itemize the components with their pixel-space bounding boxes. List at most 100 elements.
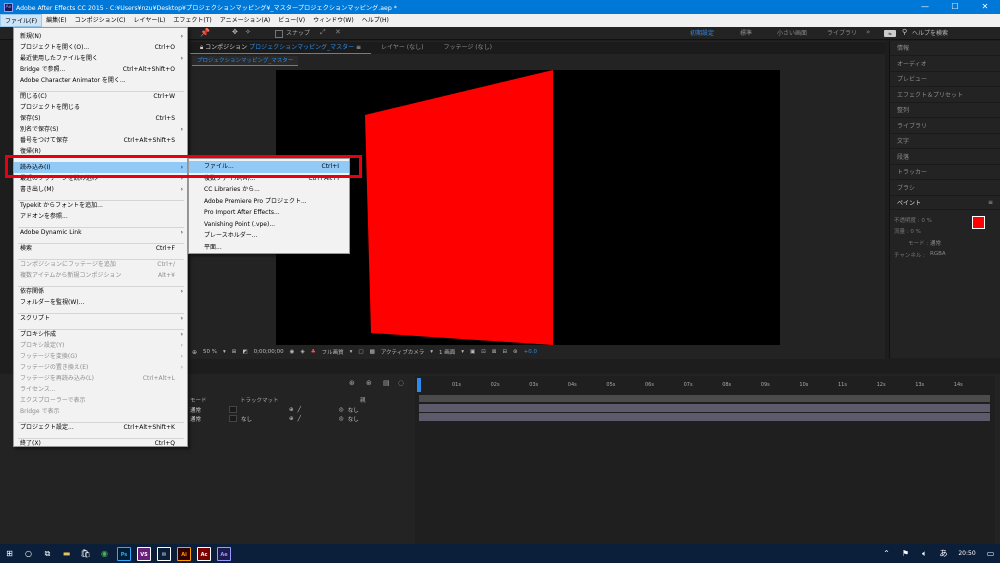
current-time-indicator[interactable] (417, 378, 421, 392)
file-menu-item[interactable]: 最近使用したファイルを開く › (14, 53, 187, 64)
layer-parent-dropdown[interactable]: なし (348, 415, 359, 423)
flowchart-icon[interactable]: ⊟ (502, 349, 507, 355)
zoom-dropdown-arrow-icon[interactable]: ▾ (223, 349, 226, 355)
resolution-dropdown[interactable]: フル画質 (322, 348, 344, 356)
shy-layers-icon[interactable]: ⊛ (366, 379, 372, 387)
menu-0[interactable]: ファイル(F) (0, 14, 43, 27)
file-menu-item[interactable]: 依存関係 › (14, 286, 187, 297)
chrome-icon[interactable]: ◉ (95, 544, 114, 563)
layer-mode-dropdown[interactable]: 通常 (190, 406, 225, 414)
magnify-icon[interactable]: ⊕ (192, 349, 197, 356)
preserve-transparency-checkbox[interactable] (229, 406, 237, 413)
work-area-bar[interactable] (419, 395, 990, 402)
file-menu-item[interactable]: プロキシ作成 › (14, 329, 187, 340)
sync-icon[interactable]: ⇆ (884, 30, 896, 37)
layer-duration-bar[interactable] (419, 404, 990, 412)
panel-tab-item[interactable]: ライブラリ (890, 119, 1000, 134)
import-submenu-item[interactable]: Adobe Premiere Pro プロジェクト... (189, 196, 349, 208)
file-menu-item[interactable]: 書き出し(M) › (14, 184, 187, 195)
safe-zones-icon[interactable]: ⊞ (232, 349, 237, 355)
reset-exposure-icon[interactable]: ⊛ (513, 349, 518, 355)
file-menu-item[interactable]: プロジェクト設定... Ctrl+Alt+Shift+K (14, 422, 187, 433)
menu-7[interactable]: ウィンドウ(W) (309, 14, 358, 27)
file-menu-item[interactable]: Adobe Character Animator を開く... (14, 75, 187, 86)
red-solid-layer[interactable] (276, 70, 780, 345)
menu-1[interactable]: 編集(E) (42, 14, 70, 27)
menu-6[interactable]: ビュー(V) (274, 14, 309, 27)
ime-mode-icon[interactable]: あ (934, 544, 953, 563)
store-icon[interactable]: 🛍︎ (76, 544, 95, 563)
file-menu-item[interactable]: 新規(N) › (14, 31, 187, 42)
notification-up-icon[interactable]: ⌃ (877, 544, 896, 563)
menu-8[interactable]: ヘルプ(H) (358, 14, 393, 27)
file-menu-item[interactable]: フォルダーを監視(W)... (14, 297, 187, 308)
import-submenu-item[interactable]: 平面... (189, 242, 349, 254)
file-menu-item[interactable]: Typekit からフォントを追加... (14, 200, 187, 211)
transparency-grid-icon[interactable]: ▩ (370, 349, 375, 355)
panel-tab-item[interactable]: 文字 (890, 134, 1000, 149)
workspace-more-icon[interactable]: » (866, 28, 870, 36)
menu-4[interactable]: エフェクト(T) (169, 14, 215, 27)
task-view-icon[interactable]: ⧉ (38, 544, 57, 563)
zoom-dropdown[interactable]: 50 % (203, 349, 217, 355)
file-menu-item[interactable]: スクリプト › (14, 313, 187, 324)
windows-start-icon[interactable]: ⊞ (0, 544, 19, 563)
menu-2[interactable]: コンポジション(C) (71, 14, 130, 27)
workspace-standard[interactable]: 標準 (740, 27, 752, 40)
composition-breadcrumb[interactable]: プロジェクションマッピング_マスター (192, 56, 299, 66)
layer-parent-pickwhip-icon[interactable]: ◎ (339, 416, 344, 422)
import-submenu-item[interactable]: CC Libraries から... (189, 184, 349, 196)
import-submenu-item[interactable]: Vanishing Point (.vpe)... (189, 219, 349, 231)
layer-trackmatte-dropdown[interactable]: なし (241, 415, 285, 423)
file-menu-item[interactable]: 終了(X) Ctrl+Q (14, 438, 187, 449)
color-channel-icon[interactable]: ♣ (311, 349, 316, 355)
paint-panel-menu-icon[interactable]: ≡ (988, 199, 993, 206)
taskbar-app-icon[interactable]: VS (137, 546, 151, 561)
panel-tab-item[interactable]: トラッカー (890, 165, 1000, 180)
panel-tab-item[interactable]: 段落 (890, 150, 1000, 165)
volume-icon[interactable]: 🔈︎ (915, 544, 934, 563)
file-menu-item[interactable]: 検索 Ctrl+F (14, 243, 187, 254)
camera-snapshot-icon[interactable]: ◩ (242, 349, 247, 355)
paint-opacity-label[interactable]: 不透明度 : 0 % (894, 216, 932, 224)
taskbar-app-icon[interactable]: Ac (197, 546, 211, 561)
file-menu-item[interactable]: 閉じる(C) Ctrl+W (14, 91, 187, 102)
layer-parent-pickwhip-icon[interactable]: ◎ (339, 407, 344, 413)
file-explorer-icon[interactable]: ▬ (57, 544, 76, 563)
snap-checkbox[interactable] (275, 30, 283, 38)
view-layout-dropdown[interactable]: 1 画面 (439, 348, 455, 356)
snapshot-icon[interactable]: ◉ (290, 349, 295, 355)
paint-flow-label[interactable]: 流量 : 0 % (894, 227, 921, 235)
resolution-arrow-icon[interactable]: ▾ (350, 349, 353, 355)
puppet-tool-icon[interactable]: ✥ (232, 28, 238, 36)
panel-tab-item[interactable]: プレビュー (890, 72, 1000, 87)
tab-menu-icon[interactable]: ≡ (356, 44, 361, 51)
search-icon[interactable]: ⚲ (902, 28, 907, 36)
workspace-library[interactable]: ライブラリ (827, 27, 857, 40)
file-menu-item[interactable]: 別名で保存(S) › (14, 124, 187, 135)
file-menu-item[interactable]: プロジェクトを閉じる (14, 102, 187, 113)
region-of-interest-icon[interactable]: ▢ (358, 349, 363, 355)
toggle-pixel-icon[interactable]: ▣ (470, 349, 475, 355)
pin-tool-icon[interactable]: 📌 (200, 28, 210, 37)
view-layout-arrow-icon[interactable]: ▾ (461, 349, 464, 355)
tab-footage[interactable]: フッテージ (なし) (433, 42, 501, 54)
close-button[interactable]: ✕ (970, 0, 1000, 14)
maximize-button[interactable]: ☐ (940, 0, 970, 14)
camera-dropdown[interactable]: アクティブカメラ (381, 348, 424, 356)
taskbar-app-icon[interactable]: Ae (217, 546, 231, 561)
snap-option-icon[interactable]: ⤢ (320, 28, 326, 37)
column-trackmatte-header[interactable]: トラックマット (240, 396, 279, 404)
layer-row[interactable]: 通常 なし ⊕ ╱ ◎ なし (190, 414, 412, 423)
preserve-transparency-checkbox[interactable] (229, 415, 237, 422)
file-menu-item[interactable]: 番号をつけて保存 Ctrl+Alt+Shift+S (14, 135, 187, 146)
panel-tab-item[interactable]: オーディオ (890, 57, 1000, 72)
draft-3d-icon[interactable]: ⊛ (349, 379, 355, 387)
layer-shy-icon[interactable]: ⊕ (289, 416, 294, 422)
column-mode-header[interactable]: モード (190, 396, 207, 404)
file-menu-item[interactable]: 保存(S) Ctrl+S (14, 113, 187, 124)
layer-row[interactable]: 通常 ⊕ ╱ ◎ なし (190, 405, 412, 414)
taskbar-app-icon[interactable]: ✉ (157, 546, 171, 561)
action-center-icon[interactable]: ▭ (981, 544, 1000, 563)
tab-layer[interactable]: レイヤー (なし) (371, 42, 433, 54)
